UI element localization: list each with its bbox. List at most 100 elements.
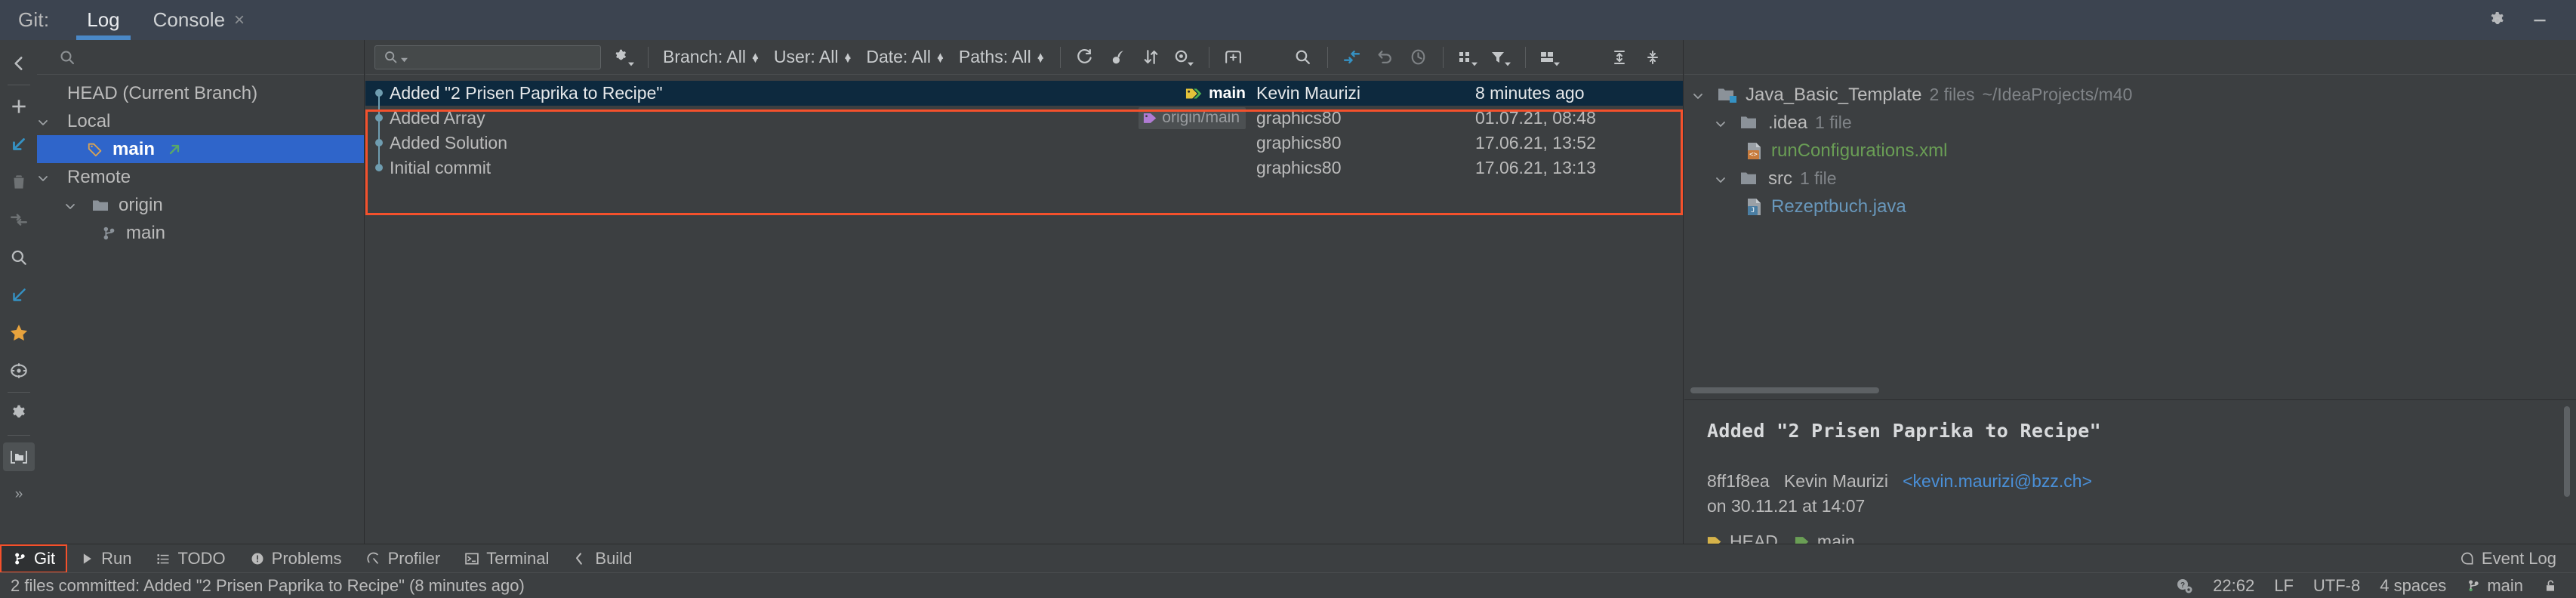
list-item[interactable]: .idea 1 file [1684,109,2576,137]
tree-item-remote[interactable]: Remote [37,163,364,191]
tree-item-local-main[interactable]: main [37,135,364,163]
event-log-label: Event Log [2482,549,2556,569]
revert-icon[interactable] [1369,40,1402,75]
branch-filter[interactable]: Branch: All ▲▼ [656,47,767,67]
branch-search-row[interactable] [37,40,364,75]
tree-item-origin-main[interactable]: main [37,219,364,247]
scrollbar-thumb[interactable] [1690,387,1879,393]
line-separator[interactable]: LF [2274,576,2294,596]
toolwindow-todo[interactable]: TODO [143,544,237,573]
horizontal-scrollbar[interactable] [1690,387,2559,393]
group-by-icon[interactable] [1451,40,1484,75]
log-search-input[interactable] [414,48,587,67]
history-clock-icon[interactable] [1402,40,1435,75]
tab-console[interactable]: Console × [137,0,261,40]
commit-author-name: Kevin Maurizi [1784,471,1888,491]
vertical-scrollbar[interactable] [2564,406,2570,497]
remote-tag-icon [1143,112,1158,125]
expand-all-icon[interactable] [1603,40,1636,75]
log-toolbar: Branch: All ▲▼ User: All ▲▼ Date: All ▲▼… [365,40,1683,75]
chevron-down-icon[interactable] [64,198,84,212]
collapse-left-icon[interactable] [0,45,37,82]
file-count: 2 files [1929,85,1974,105]
tab-console-label: Console [153,8,225,32]
collapse-panel-icon[interactable] [1336,40,1369,75]
caret-position[interactable]: 22:62 [2213,576,2254,596]
search-icon[interactable] [0,239,37,276]
compare-revisions-icon[interactable] [1135,40,1168,75]
show-hide-icon[interactable] [1168,40,1201,75]
tree-item-label: Local [67,111,110,132]
user-filter[interactable]: User: All ▲▼ [767,47,860,67]
settings-gear-icon[interactable] [0,395,37,433]
commit-date: 17.06.21, 13:13 [1475,158,1683,178]
tab-log[interactable]: Log [70,0,136,40]
toolwindow-profiler[interactable]: Profiler [354,544,453,573]
commit-hash[interactable]: 8ff1f8ea [1707,471,1770,491]
unlocked-icon[interactable] [2543,578,2558,593]
search-icon[interactable] [1286,40,1320,75]
table-row[interactable]: Initial commit graphics80 17.06.21, 13:1… [365,156,1683,180]
expand-rail-icon[interactable]: » [0,476,37,513]
chevron-updown-icon: ▲▼ [1036,54,1046,61]
view-options-icon[interactable] [1533,40,1567,75]
commit-author-email[interactable]: <kevin.maurizi@bzz.ch> [1903,471,2092,491]
chevron-down-icon[interactable] [1692,88,1712,102]
chevron-down-icon[interactable] [37,170,57,184]
refresh-icon[interactable] [1068,40,1102,75]
list-item[interactable]: src 1 file [1684,165,2576,193]
toolwindow-label: Problems [272,549,342,569]
list-item[interactable]: <> runConfigurations.xml [1684,137,2576,165]
toolwindow-build[interactable]: Build [561,544,644,573]
toolwindow-label: TODO [177,549,225,569]
file-encoding[interactable]: UTF-8 [2313,576,2360,596]
delete-icon[interactable] [0,163,37,201]
branch-search-input[interactable] [87,47,336,67]
add-icon[interactable] [0,88,37,125]
tree-item-label: HEAD (Current Branch) [67,83,257,104]
minimize-icon[interactable] [2519,0,2561,40]
inspections-icon[interactable]: ? [2175,578,2193,594]
indent-setting[interactable]: 4 spaces [2380,576,2446,596]
merge-icon[interactable] [0,201,37,239]
chevron-down-icon[interactable] [1715,171,1734,186]
toolbar-divider-2 [1060,47,1061,68]
tree-item-local[interactable]: Local [37,107,364,135]
tree-item-head[interactable]: ▾ HEAD (Current Branch) [37,79,364,107]
commit-details-panel: Java_Basic_Template 2 files ~/IdeaProjec… [1684,40,2576,544]
toolwindow-problems[interactable]: Problems [238,544,354,573]
filter-funnel-icon[interactable] [1484,40,1518,75]
update-project-icon[interactable] [0,125,37,163]
checkout-icon[interactable] [0,276,37,314]
collapse-all-icon[interactable] [1636,40,1669,75]
toolwindow-git[interactable]: Git [0,544,67,573]
favorite-star-icon[interactable] [0,314,37,352]
log-search-box[interactable] [374,45,601,69]
status-message: 2 files committed: Added "2 Prisen Papri… [0,576,525,596]
commit-author: graphics80 [1256,158,1475,178]
table-row[interactable]: Added Array origin/main graphics80 01.07… [365,106,1683,131]
java-file-icon: J [1746,198,1762,216]
list-item[interactable]: Java_Basic_Template 2 files ~/IdeaProjec… [1684,81,2576,109]
cherry-pick-icon[interactable] [1102,40,1135,75]
paths-filter[interactable]: Paths: All ▲▼ [952,47,1052,67]
event-log-button[interactable]: Event Log [2460,549,2576,569]
toolwindow-terminal[interactable]: Terminal [452,544,561,573]
target-icon[interactable] [0,352,37,390]
terminal-icon [464,551,479,566]
tree-item-origin[interactable]: origin [37,191,364,219]
new-branch-icon[interactable] [1217,40,1250,75]
chevron-down-icon[interactable] [37,114,57,128]
commit-author: Kevin Maurizi [1256,83,1475,103]
chevron-down-icon[interactable] [1715,116,1734,130]
table-row[interactable]: Added "2 Prisen Paprika to Recipe" main … [365,81,1683,106]
date-filter[interactable]: Date: All ▲▼ [859,47,952,67]
table-row[interactable]: Added Solution graphics80 17.06.21, 13:5… [365,131,1683,156]
show-diff-icon[interactable] [0,438,37,476]
toolwindow-run[interactable]: Run [67,544,143,573]
close-icon[interactable]: × [234,11,245,29]
status-branch[interactable]: main [2466,576,2523,596]
list-item[interactable]: J Rezeptbuch.java [1684,193,2576,220]
gear-dropdown-icon[interactable] [607,40,640,75]
gear-icon[interactable] [2476,0,2519,40]
